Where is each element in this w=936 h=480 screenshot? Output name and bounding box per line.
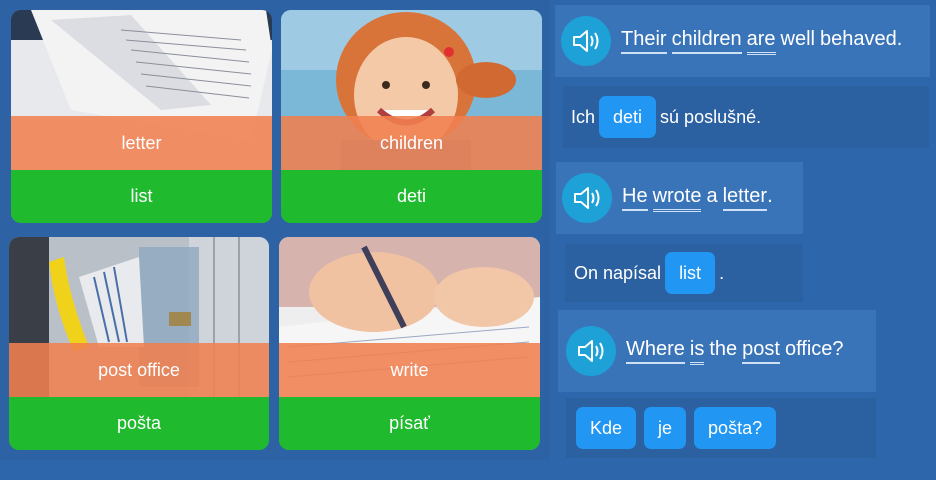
vocab-card-letter[interactable]: letter list [11,10,272,223]
speaker-icon[interactable] [562,173,612,223]
sentence-word: well [780,27,815,50]
card-word: post office [9,343,269,397]
sentence-word: office? [784,337,844,360]
sentence-3: Where is the post office? [558,310,876,392]
translation-text: On napísal [574,262,662,283]
speaker-icon[interactable] [561,16,611,66]
answer-chip[interactable]: pošta? [694,407,777,449]
vocab-card-children[interactable]: children deti [281,10,542,223]
sentence-word[interactable]: post [742,338,780,364]
translation-text: sú poslušné. [660,106,762,127]
vocab-card-write[interactable]: write písať [279,237,540,450]
answer-chip[interactable]: list [665,252,716,294]
sentence-word[interactable]: wrote [652,185,702,212]
english-sentence: Where is the post office? [626,338,849,365]
sentence-word[interactable]: letter [722,185,768,211]
english-sentence: He wrote a letter. [622,185,778,212]
vocabulary-panel: letter list children deti post office po… [0,0,550,460]
sentence-word[interactable]: are [746,28,776,55]
translation-3: Kde je pošta? [566,398,876,458]
sentence-word: a [706,184,718,207]
card-word: write [279,343,540,397]
sentence-word[interactable]: He [622,185,648,211]
card-translation[interactable]: deti [281,170,542,223]
card-translation[interactable]: pošta [9,397,269,450]
card-translation[interactable]: list [11,170,272,223]
sentence-word[interactable]: is [689,338,705,365]
translation-1: Ich deti sú poslušné. [563,86,929,148]
answer-chip[interactable]: je [644,407,687,449]
card-translation[interactable]: písať [279,397,540,450]
vocab-card-post-office[interactable]: post office pošta [9,237,269,450]
translation-2: On napísal list . [565,244,803,302]
sentence-word[interactable]: children [671,28,742,54]
translation-text: . [719,262,725,283]
sentence-word[interactable]: Where [626,338,685,364]
sentence-word: . [767,184,773,207]
speaker-icon[interactable] [566,326,616,376]
answer-chip[interactable]: Kde [576,407,637,449]
sentence-1: Their children are well behaved. [555,5,930,77]
card-word: letter [11,116,272,170]
translation-text: Ich [571,106,596,127]
sentence-word[interactable]: Their [621,28,667,54]
english-sentence: Their children are well behaved. [621,28,907,55]
answer-chip[interactable]: deti [599,96,657,138]
sentence-word: behaved. [819,27,903,50]
sentence-2: He wrote a letter. [556,162,803,234]
sentence-word: the [709,337,738,360]
card-word: children [281,116,542,170]
